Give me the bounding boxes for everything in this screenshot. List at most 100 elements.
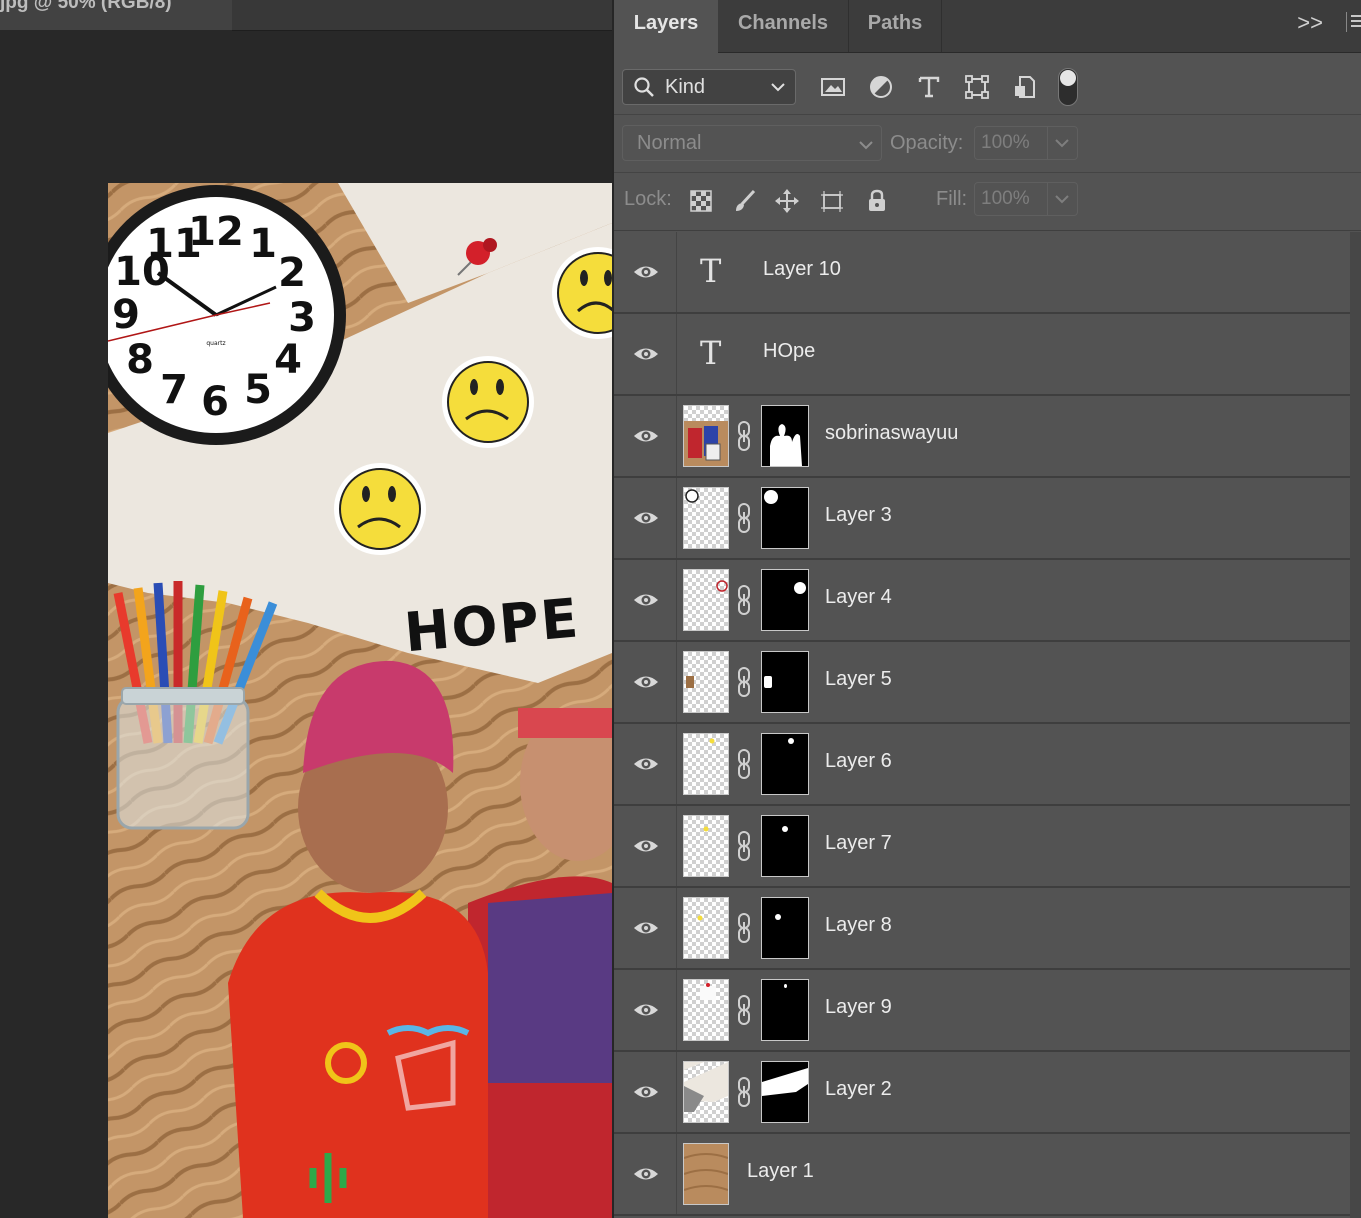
clock-num-9: 9 [112,292,140,338]
smart-object-filter-icon[interactable] [1012,74,1038,100]
eye-visibility-icon[interactable] [632,586,660,614]
layer-thumbnail[interactable] [683,979,729,1041]
layer-mask-thumbnail[interactable] [761,1061,809,1123]
layer-name[interactable]: sobrinaswayuu [825,422,958,445]
lock-position-icon[interactable] [774,188,800,214]
layer-name[interactable]: Layer 3 [825,504,892,527]
layer-row[interactable]: Layer 1 [614,1134,1350,1216]
layer-row[interactable]: Layer 3 [614,478,1350,560]
layer-name[interactable]: Layer 7 [825,832,892,855]
layer-row[interactable]: sobrinaswayuu [614,396,1350,478]
shape-filter-icon[interactable] [964,74,990,100]
eye-visibility-icon[interactable] [632,504,660,532]
layer-mask-thumbnail[interactable] [761,897,809,959]
fill-field[interactable]: 100% [974,182,1078,216]
sad-smiley-2 [442,356,534,448]
opacity-field[interactable]: 100% [974,126,1078,160]
link-chain-icon[interactable] [736,912,752,944]
tab-layers[interactable]: Layers [614,0,718,53]
clock-num-8: 8 [126,337,154,383]
layer-thumbnail[interactable] [683,1143,729,1205]
eye-visibility-icon[interactable] [632,832,660,860]
eye-visibility-icon[interactable] [632,1078,660,1106]
layer-row[interactable]: T Layer 10 [614,232,1350,314]
eye-visibility-icon[interactable] [632,996,660,1024]
layer-mask-thumbnail[interactable] [761,405,809,467]
layer-mask-thumbnail[interactable] [761,815,809,877]
panel-menu-icon[interactable] [1346,12,1361,32]
layer-mask-thumbnail[interactable] [761,487,809,549]
link-chain-icon[interactable] [736,666,752,698]
filter-toggle-switch[interactable] [1058,68,1078,106]
eye-visibility-icon[interactable] [632,750,660,778]
adjustment-filter-icon[interactable] [868,74,894,100]
layer-row[interactable]: Layer 7 [614,806,1350,888]
filter-kind-select[interactable]: Kind [622,69,796,105]
link-chain-icon[interactable] [736,584,752,616]
layer-row[interactable]: Layer 5 [614,642,1350,724]
layer-name[interactable]: Layer 1 [747,1160,814,1183]
layer-name[interactable]: Layer 6 [825,750,892,773]
layers-scrollbar[interactable] [1350,232,1361,1218]
sad-smiley-3 [334,463,426,555]
chevron-down-icon[interactable] [1053,188,1071,214]
layer-name[interactable]: Layer 8 [825,914,892,937]
eye-visibility-icon[interactable] [632,258,660,286]
layer-mask-thumbnail[interactable] [761,733,809,795]
lock-artboard-icon[interactable] [819,188,845,214]
layer-row[interactable]: Layer 8 [614,888,1350,970]
link-chain-icon[interactable] [736,420,752,452]
link-chain-icon[interactable] [736,994,752,1026]
layer-mask-thumbnail[interactable] [761,569,809,631]
link-chain-icon[interactable] [736,830,752,862]
layer-thumbnail[interactable] [683,733,729,795]
layer-mask-thumbnail[interactable] [761,979,809,1041]
document-canvas[interactable]: 12 1 2 3 4 5 6 7 8 9 10 11 quartz HOPE [108,183,612,1218]
layer-thumbnail[interactable] [683,569,729,631]
eye-visibility-icon[interactable] [632,668,660,696]
lock-all-icon[interactable] [864,188,890,214]
link-chain-icon[interactable] [736,502,752,534]
type-filter-icon[interactable] [916,74,942,100]
layer-row[interactable]: Layer 9 [614,970,1350,1052]
document-tab-strip [232,0,612,31]
layer-name[interactable]: Layer 4 [825,586,892,609]
text-layer-icon: T [700,334,722,372]
eye-visibility-icon[interactable] [632,340,660,368]
layer-thumbnail[interactable] [683,487,729,549]
eye-visibility-icon[interactable] [632,914,660,942]
layer-name[interactable]: Layer 10 [763,258,841,281]
layer-thumbnail[interactable] [683,651,729,713]
layer-thumbnail[interactable] [683,815,729,877]
opacity-value: 100% [981,132,1030,153]
layer-row[interactable]: Layer 6 [614,724,1350,806]
layers-list: T Layer 10 T HOpe sobrinaswayuu Layer 3 [614,232,1350,1218]
tab-paths[interactable]: Paths [849,0,942,52]
lock-image-pixels-icon[interactable] [732,188,758,214]
tab-channels[interactable]: Channels [718,0,849,52]
blend-mode-select[interactable]: Normal [622,125,882,161]
layer-name[interactable]: HOpe [763,340,815,363]
layer-name[interactable]: Layer 5 [825,668,892,691]
image-filter-icon[interactable] [820,74,846,100]
clock-num-5: 5 [244,367,272,413]
layer-row[interactable]: Layer 4 [614,560,1350,642]
layer-thumbnail[interactable] [683,897,729,959]
layer-name[interactable]: Layer 9 [825,996,892,1019]
chevron-down-icon[interactable] [1053,132,1071,158]
eye-visibility-icon[interactable] [632,422,660,450]
lock-transparent-pixels-icon[interactable] [688,188,714,214]
layer-row[interactable]: Layer 2 [614,1052,1350,1134]
collapse-panel-icon[interactable]: >> [1297,10,1323,36]
layer-row[interactable]: T HOpe [614,314,1350,396]
link-chain-icon[interactable] [736,1076,752,1108]
layer-thumbnail[interactable] [683,405,729,467]
layer-mask-thumbnail[interactable] [761,651,809,713]
layer-name[interactable]: Layer 2 [825,1078,892,1101]
layer-thumbnail[interactable] [683,1061,729,1123]
fill-label: Fill: [936,188,968,210]
document-tab[interactable]: jpg @ 50% (RGB/8) [0,0,232,30]
eye-visibility-icon[interactable] [632,1160,660,1188]
clock-num-11: 11 [146,221,202,267]
link-chain-icon[interactable] [736,748,752,780]
